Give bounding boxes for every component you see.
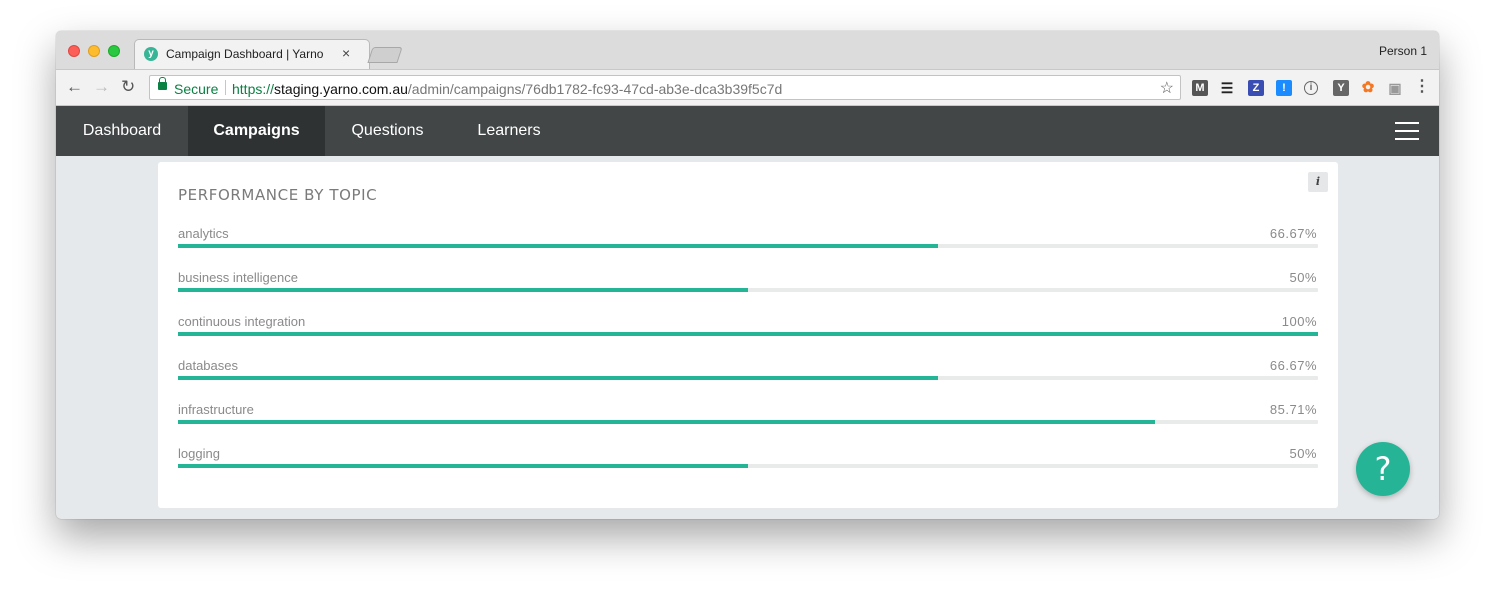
yarno-favicon-icon: y: [144, 47, 158, 61]
browser-menu-icon[interactable]: ⋮: [1414, 79, 1430, 96]
nav-item-campaigns[interactable]: Campaigns: [188, 106, 325, 156]
progress-fill: [178, 288, 748, 292]
z-extension-icon[interactable]: Z: [1248, 80, 1264, 96]
topic-row: databases 66.67%: [178, 358, 1318, 388]
topic-percent: 100%: [1281, 314, 1317, 329]
close-window-button[interactable]: [68, 45, 80, 57]
url-text[interactable]: https://staging.yarno.com.au/admin/campa…: [232, 81, 782, 97]
topic-percent: 85.71%: [1269, 402, 1317, 417]
topic-percent: 66.67%: [1269, 226, 1317, 241]
forward-arrow-icon[interactable]: →: [93, 78, 110, 96]
topic-label: business intelligence: [178, 270, 298, 285]
profile-name[interactable]: Person 1: [1379, 44, 1427, 58]
info-icon[interactable]: i: [1308, 172, 1328, 192]
url-host: staging.yarno.com.au: [274, 81, 408, 97]
progress-track: [178, 464, 1318, 468]
progress-fill: [178, 420, 1156, 424]
tab-title: Campaign Dashboard | Yarno: [166, 47, 324, 61]
topic-label: logging: [178, 446, 220, 461]
zoom-window-button[interactable]: [108, 45, 120, 57]
progress-track: [178, 244, 1318, 248]
progress-fill: [178, 464, 748, 468]
topic-percent: 50%: [1289, 446, 1317, 461]
back-arrow-icon[interactable]: ←: [66, 78, 83, 96]
browser-tab-content: y Campaign Dashboard | Yarno ×: [134, 39, 370, 69]
url-path: /admin/campaigns/76db1782-fc93-47cd-ab3e…: [407, 81, 783, 97]
progress-track: [178, 288, 1318, 292]
topic-row: business intelligence 50%: [178, 270, 1318, 300]
progress-fill: [178, 376, 939, 380]
topic-percent: 66.67%: [1269, 358, 1317, 373]
browser-window: y Campaign Dashboard | Yarno × Person 1 …: [56, 31, 1439, 519]
alert-extension-icon[interactable]: !: [1276, 80, 1292, 96]
nav-item-dashboard[interactable]: Dashboard: [56, 106, 188, 156]
card-title: PERFORMANCE BY TOPIC: [178, 186, 378, 204]
hamburger-menu-icon[interactable]: [1395, 122, 1419, 140]
tab-close-icon[interactable]: ×: [342, 45, 350, 61]
topic-label: databases: [178, 358, 238, 373]
progress-fill: [178, 332, 1318, 336]
tab-strip: y Campaign Dashboard | Yarno × Person 1: [56, 31, 1439, 69]
app-nav-bar: Dashboard Campaigns Questions Learners: [56, 106, 1439, 156]
performance-card: PERFORMANCE BY TOPIC i analytics 66.67% …: [158, 162, 1338, 508]
y-extension-icon[interactable]: Y: [1333, 80, 1349, 96]
topic-row: logging 50%: [178, 446, 1318, 476]
minimize-window-button[interactable]: [88, 45, 100, 57]
url-scheme: https://: [232, 81, 275, 97]
mail-extension-icon[interactable]: M: [1192, 80, 1208, 96]
topic-percent: 50%: [1289, 270, 1317, 285]
lock-icon: [158, 77, 167, 90]
reload-icon[interactable]: ↻: [121, 78, 135, 96]
new-tab-button[interactable]: [367, 47, 403, 63]
topic-row: continuous integration 100%: [178, 314, 1318, 344]
help-button[interactable]: ?: [1356, 442, 1410, 496]
camera-extension-icon[interactable]: ▣: [1387, 80, 1403, 96]
progress-fill: [178, 244, 939, 248]
info-circle-extension-icon[interactable]: i: [1304, 81, 1318, 95]
topic-row: infrastructure 85.71%: [178, 402, 1318, 432]
nav-item-questions[interactable]: Questions: [325, 106, 450, 156]
progress-track: [178, 376, 1318, 380]
secure-label: Secure: [174, 81, 219, 97]
address-divider: [225, 80, 226, 95]
topic-label: infrastructure: [178, 402, 254, 417]
nav-item-learners[interactable]: Learners: [450, 106, 568, 156]
browser-toolbar: ← → ↻ Secure https://staging.yarno.com.a…: [56, 69, 1439, 106]
topic-row: analytics 66.67%: [178, 226, 1318, 256]
topic-label: continuous integration: [178, 314, 306, 329]
progress-track: [178, 420, 1318, 424]
progress-track: [178, 332, 1318, 336]
address-bar[interactable]: Secure https://staging.yarno.com.au/admi…: [149, 75, 1181, 100]
layers-extension-icon[interactable]: ☰: [1219, 80, 1235, 96]
hubspot-extension-icon[interactable]: ✿: [1360, 80, 1376, 96]
bookmark-star-icon[interactable]: ☆: [1160, 78, 1174, 98]
topic-label: analytics: [178, 226, 229, 241]
